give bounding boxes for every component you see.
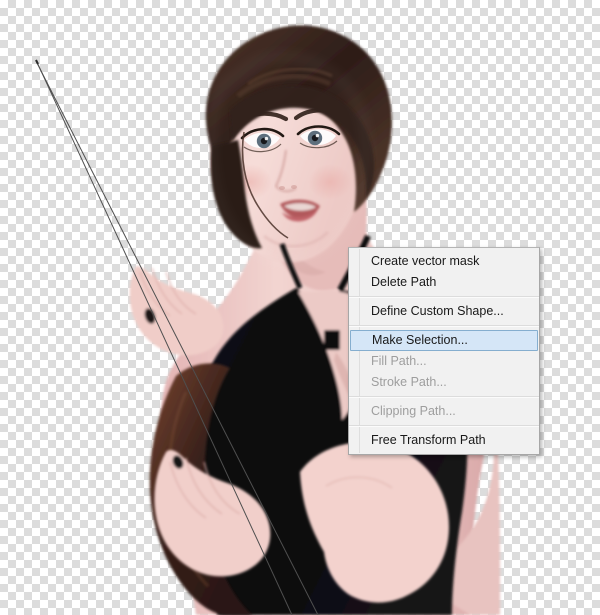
menu-item-delete-path[interactable]: Delete Path: [349, 272, 539, 293]
menu-separator: [349, 425, 539, 427]
menu-item-define-custom-shape[interactable]: Define Custom Shape...: [349, 301, 539, 322]
menu-items-container: Create vector mask Delete Path Define Cu…: [349, 248, 539, 454]
menu-separator: [349, 296, 539, 298]
menu-item-label: Fill Path...: [371, 354, 427, 368]
menu-item-label: Clipping Path...: [371, 404, 456, 418]
menu-item-label: Make Selection...: [372, 333, 468, 347]
menu-item-label: Delete Path: [371, 275, 437, 289]
menu-item-label: Define Custom Shape...: [371, 304, 504, 318]
menu-separator: [349, 325, 539, 327]
menu-item-fill-path: Fill Path...: [349, 351, 539, 372]
menu-item-clipping-path: Clipping Path...: [349, 401, 539, 422]
menu-item-label: Free Transform Path: [371, 433, 486, 447]
menu-separator: [349, 396, 539, 398]
path-context-menu[interactable]: Create vector mask Delete Path Define Cu…: [348, 247, 540, 455]
menu-item-make-selection[interactable]: Make Selection...: [350, 330, 538, 351]
menu-item-free-transform-path[interactable]: Free Transform Path: [349, 430, 539, 451]
canvas-stage: Create vector mask Delete Path Define Cu…: [0, 0, 600, 615]
menu-item-label: Create vector mask: [371, 254, 480, 268]
menu-item-label: Stroke Path...: [371, 375, 447, 389]
menu-item-stroke-path: Stroke Path...: [349, 372, 539, 393]
menu-item-create-vector-mask[interactable]: Create vector mask: [349, 251, 539, 272]
